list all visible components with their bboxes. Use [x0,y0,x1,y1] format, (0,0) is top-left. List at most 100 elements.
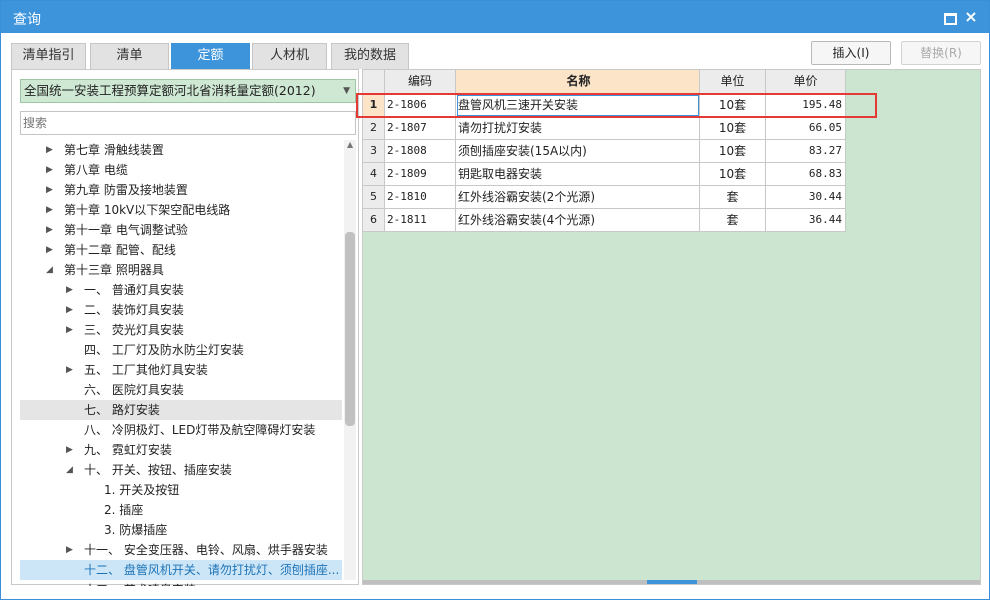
tree-node-label: 第九章 防雷及接地装置 [64,183,188,197]
tab-quota[interactable]: 定额 [171,43,250,69]
cell-unit[interactable]: 10套 [700,117,766,140]
row-number-header [363,70,385,94]
row-number[interactable]: 3 [363,140,385,163]
expand-arrow-icon[interactable]: ◢ [66,460,73,480]
cell-price[interactable]: 66.05 [766,117,846,140]
collapse-arrow-icon[interactable]: ▶ [46,180,53,200]
row-number[interactable]: 5 [363,186,385,209]
cell-name[interactable]: 红外线浴霸安装(2个光源) [456,186,700,209]
quota-library-select[interactable]: 全国统一安装工程预算定额河北省消耗量定额(2012) ▼ [20,79,356,103]
cell-code[interactable]: 2-1811 [385,209,456,232]
column-header-price[interactable]: 单价 [766,70,846,94]
cell-code[interactable]: 2-1807 [385,117,456,140]
collapse-arrow-icon[interactable]: ▶ [46,200,53,220]
cell-name[interactable]: 请勿打扰灯安装 [456,117,700,140]
column-header-unit[interactable]: 单位 [700,70,766,94]
tree-node[interactable]: ▶ 二、 装饰灯具安装 [20,300,342,320]
cell-unit[interactable]: 套 [700,186,766,209]
tree-node-label: 八、 冷阴极灯、LED灯带及航空障碍灯安装 [84,423,316,437]
tree-node-label: 四、 工厂灯及防水防尘灯安装 [84,343,244,357]
tree-node[interactable]: 十二、 盘管风机开关、请勿打扰灯、须刨插座... [20,560,342,580]
tab-labor-material-machine[interactable]: 人材机 [252,43,327,69]
cell-unit[interactable]: 套 [700,209,766,232]
tree-node[interactable]: ▶ 第八章 电缆 [20,160,342,180]
cell-price[interactable]: 68.83 [766,163,846,186]
chapter-tree: ▶ 第七章 滑触线装置 ▶ 第八章 电缆 ▶ 第九章 防雷及接地装置 ▶ 第十章 10kV以下… [20,140,342,586]
collapse-arrow-icon[interactable]: ▶ [46,240,53,260]
row-number[interactable]: 1 [363,94,385,117]
cell-price[interactable]: 195.48 [766,94,846,117]
tree-node[interactable]: ▶ 第十二章 配管、配线 [20,240,342,260]
cell-price[interactable]: 83.27 [766,140,846,163]
column-header-name[interactable]: 名称 [456,70,700,94]
row-number[interactable]: 6 [363,209,385,232]
tree-node[interactable]: ▶ 九、 霓虹灯安装 [20,440,342,460]
cell-unit[interactable]: 10套 [700,94,766,117]
tree-node-label: 3. 防爆插座 [104,523,168,537]
collapse-arrow-icon[interactable]: ▶ [66,320,73,340]
tree-node[interactable]: 六、 医院灯具安装 [20,380,342,400]
tree-node[interactable]: ◢ 十、 开关、按钮、插座安装 [20,460,342,480]
hscroll-thumb[interactable] [647,580,697,584]
tree-node-label: 第十章 10kV以下架空配电线路 [64,203,231,217]
tree-node-label: 十、 开关、按钮、插座安装 [84,463,232,477]
collapse-arrow-icon[interactable]: ▶ [46,220,53,240]
tree-node[interactable]: ◢ 第十三章 照明器具 [20,260,342,280]
quota-table: 编码 名称 单位 单价 1 2-1806 盘管风机三速开关安装 10套 195.48 2 2… [362,69,981,585]
collapse-arrow-icon[interactable]: ▶ [46,160,53,180]
collapse-arrow-icon[interactable]: ▶ [66,580,73,586]
expand-arrow-icon[interactable]: ◢ [46,260,53,280]
tab-bill-guide[interactable]: 清单指引 [11,43,86,69]
collapse-arrow-icon[interactable]: ▶ [66,440,73,460]
tree-scrollbar-thumb[interactable] [345,232,355,426]
tree-node[interactable]: ▶ 第九章 防雷及接地装置 [20,180,342,200]
cell-name[interactable]: 钥匙取电器安装 [456,163,700,186]
tree-node-label: 第十三章 照明器具 [64,263,164,277]
cell-unit[interactable]: 10套 [700,163,766,186]
row-number[interactable]: 4 [363,163,385,186]
close-icon[interactable]: × [963,9,979,25]
cell-code[interactable]: 2-1808 [385,140,456,163]
tree-node[interactable]: ▶ 五、 工厂其他灯具安装 [20,360,342,380]
tree-node[interactable]: 八、 冷阴极灯、LED灯带及航空障碍灯安装 [20,420,342,440]
tree-node-label: 十三、 艺术喷泉安装 [84,580,196,586]
collapse-arrow-icon[interactable]: ▶ [66,280,73,300]
tab-bill[interactable]: 清单 [90,43,169,69]
cell-price[interactable]: 30.44 [766,186,846,209]
cell-name[interactable]: 须刨插座安装(15A以内) [456,140,700,163]
cell-name[interactable]: 盘管风机三速开关安装 [456,94,700,117]
tree-node[interactable]: ▶ 第十章 10kV以下架空配电线路 [20,200,342,220]
tree-node[interactable]: ▶ 十一、 安全变压器、电铃、风扇、烘手器安装 [20,540,342,560]
cell-name[interactable]: 红外线浴霸安装(4个光源) [456,209,700,232]
scroll-up-icon[interactable]: ▲ [347,140,353,149]
tree-node[interactable]: 3. 防爆插座 [20,520,342,540]
tree-node[interactable]: 1. 开关及按钮 [20,480,342,500]
column-header-code[interactable]: 编码 [385,70,456,94]
tree-node[interactable]: 2. 插座 [20,500,342,520]
cell-code[interactable]: 2-1809 [385,163,456,186]
tree-node[interactable]: 七、 路灯安装 [20,400,342,420]
row-number[interactable]: 2 [363,117,385,140]
collapse-arrow-icon[interactable]: ▶ [46,140,53,160]
cell-code[interactable]: 2-1806 [385,94,456,117]
replace-button[interactable]: 替换(R) [901,41,981,65]
cell-code[interactable]: 2-1810 [385,186,456,209]
tree-node[interactable]: ▶ 三、 荧光灯具安装 [20,320,342,340]
tree-node[interactable]: ▶ 十三、 艺术喷泉安装 [20,580,342,586]
tree-node[interactable]: ▶ 第七章 滑触线装置 [20,140,342,160]
collapse-arrow-icon[interactable]: ▶ [66,300,73,320]
cell-price[interactable]: 36.44 [766,209,846,232]
collapse-arrow-icon[interactable]: ▶ [66,360,73,380]
tree-node[interactable]: 四、 工厂灯及防水防尘灯安装 [20,340,342,360]
insert-button[interactable]: 插入(I) [811,41,891,65]
maximize-icon[interactable] [941,9,957,25]
collapse-arrow-icon[interactable]: ▶ [66,540,73,560]
tree-node[interactable]: ▶ 一、 普通灯具安装 [20,280,342,300]
cell-unit[interactable]: 10套 [700,140,766,163]
chevron-down-icon[interactable]: ▼ [343,80,350,102]
query-window: 查询 × 清单指引 清单 定额 人材机 我的数据 插入(I) 替换(R) 全国统… [0,0,990,600]
search-input[interactable] [20,111,356,135]
tree-node-label: 二、 装饰灯具安装 [84,303,184,317]
tab-my-data[interactable]: 我的数据 [331,43,409,69]
tree-node[interactable]: ▶ 第十一章 电气调整试验 [20,220,342,240]
